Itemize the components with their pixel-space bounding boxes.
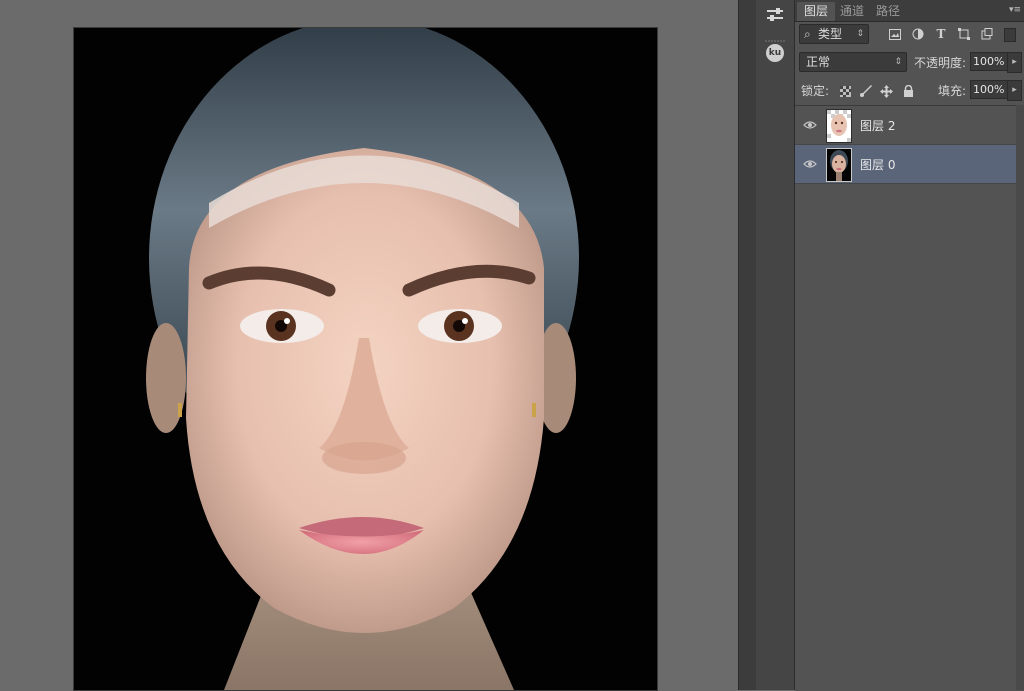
document-workspace bbox=[0, 0, 738, 690]
smart-object-filter-icon[interactable] bbox=[979, 26, 995, 42]
type-filter-icon[interactable]: T bbox=[933, 26, 949, 42]
lock-row: 锁定: 填充: 100% ▸ bbox=[795, 80, 1024, 102]
shape-filter-icon[interactable] bbox=[956, 26, 972, 42]
lock-all-icon[interactable] bbox=[900, 83, 916, 99]
updown-arrow-icon: ⇕ bbox=[894, 57, 902, 67]
kuler-icon-label: ku bbox=[766, 44, 784, 62]
layer-row-0[interactable]: 图层 0 bbox=[795, 145, 1016, 184]
opacity-label: 不透明度: bbox=[914, 56, 967, 70]
layer-name[interactable]: 图层 2 bbox=[860, 117, 895, 134]
tab-channels[interactable]: 通道 bbox=[833, 2, 871, 21]
filter-row: ⌕ 类型 ⇕ T bbox=[795, 24, 1024, 46]
layer-name[interactable]: 图层 0 bbox=[860, 156, 895, 173]
filter-toggle-switch[interactable] bbox=[1004, 28, 1016, 42]
document-canvas[interactable] bbox=[74, 28, 657, 690]
fill-slider-arrow[interactable]: ▸ bbox=[1007, 80, 1022, 101]
panel-menu-icon[interactable]: ▾≡ bbox=[1009, 5, 1021, 15]
layers-list: 图层 2 图层 0 bbox=[795, 105, 1024, 691]
panel-tabs: 图层 通道 路径 ▾≡ bbox=[795, 0, 1024, 22]
blend-mode-value: 正常 bbox=[806, 55, 831, 69]
lock-transparent-icon[interactable] bbox=[837, 83, 853, 99]
layer-row-2[interactable]: 图层 2 bbox=[795, 106, 1016, 145]
portrait-image bbox=[74, 28, 657, 690]
visibility-eye-icon[interactable] bbox=[803, 118, 817, 132]
search-icon: ⌕ bbox=[804, 27, 811, 41]
opacity-input[interactable]: 100% bbox=[970, 52, 1008, 71]
layer-thumbnail bbox=[826, 148, 852, 182]
opacity-slider-arrow[interactable]: ▸ bbox=[1007, 52, 1022, 73]
tab-layers[interactable]: 图层 bbox=[797, 2, 836, 21]
layer-thumbnail bbox=[826, 109, 852, 143]
layers-panel: 图层 通道 路径 ▾≡ ⌕ 类型 ⇕ T 正常 ⇕ 不透明度: 100% ▸ 锁… bbox=[795, 0, 1024, 691]
image-filter-icon[interactable] bbox=[887, 26, 903, 42]
panel-icon-strip: ku bbox=[756, 0, 795, 690]
layers-scrollbar[interactable] bbox=[1016, 105, 1024, 690]
blend-mode-select[interactable]: 正常 ⇕ bbox=[799, 52, 907, 72]
lock-move-icon[interactable] bbox=[878, 83, 894, 99]
adjustments-icon[interactable] bbox=[762, 4, 788, 26]
visibility-eye-icon[interactable] bbox=[803, 157, 817, 171]
kuler-icon[interactable]: ku bbox=[762, 42, 788, 64]
lock-paint-icon[interactable] bbox=[857, 83, 873, 99]
lock-label: 锁定: bbox=[801, 84, 830, 98]
adjustment-filter-icon[interactable] bbox=[910, 26, 926, 42]
tab-paths[interactable]: 路径 bbox=[869, 2, 907, 21]
blend-row: 正常 ⇕ 不透明度: 100% ▸ bbox=[795, 52, 1024, 74]
updown-arrow-icon: ⇕ bbox=[856, 29, 864, 39]
fill-input[interactable]: 100% bbox=[970, 80, 1008, 99]
fill-label: 填充: bbox=[938, 84, 967, 98]
dock-divider[interactable] bbox=[738, 0, 757, 690]
filter-kind-select[interactable]: ⌕ 类型 ⇕ bbox=[799, 24, 869, 44]
filter-kind-label: 类型 bbox=[818, 27, 843, 41]
